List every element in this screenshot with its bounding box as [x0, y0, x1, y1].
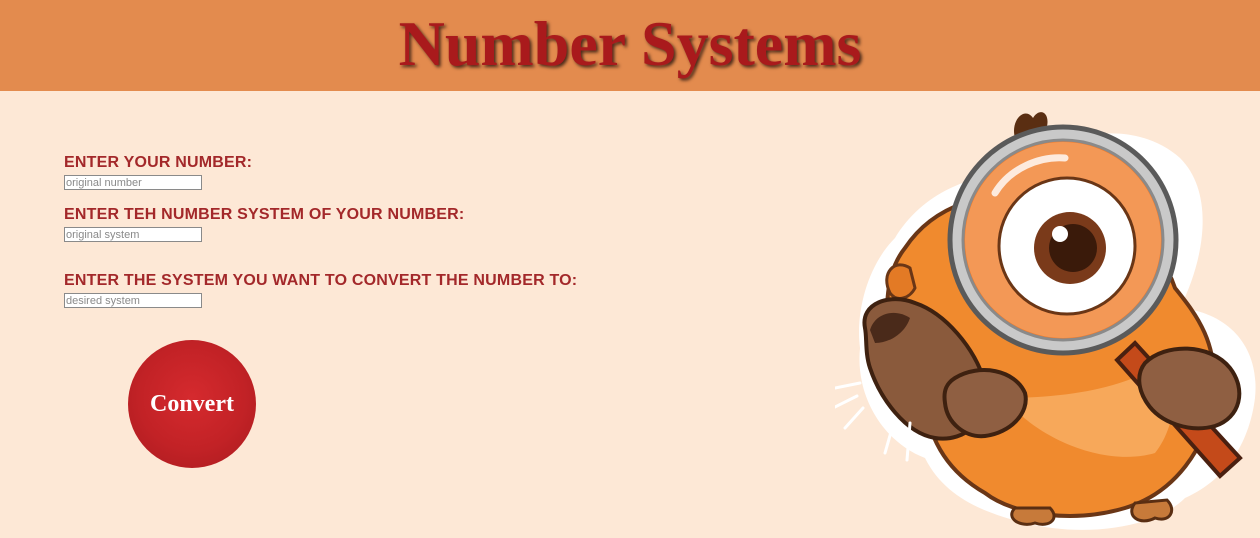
desired-system-input[interactable] — [64, 293, 202, 308]
system-label: ENTER TEH NUMBER SYSTEM OF YOUR NUMBER: — [64, 206, 465, 223]
convert-button[interactable]: Convert — [128, 340, 256, 468]
hamster-magnifying-glass-icon — [835, 112, 1256, 530]
page-header: Number Systems — [0, 0, 1260, 91]
page-title: Number Systems — [398, 8, 862, 79]
original-system-input[interactable] — [64, 227, 202, 242]
target-system-label: ENTER THE SYSTEM YOU WANT TO CONVERT THE… — [64, 272, 578, 289]
original-number-input[interactable] — [64, 175, 202, 190]
number-label: ENTER YOUR NUMBER: — [64, 154, 253, 171]
